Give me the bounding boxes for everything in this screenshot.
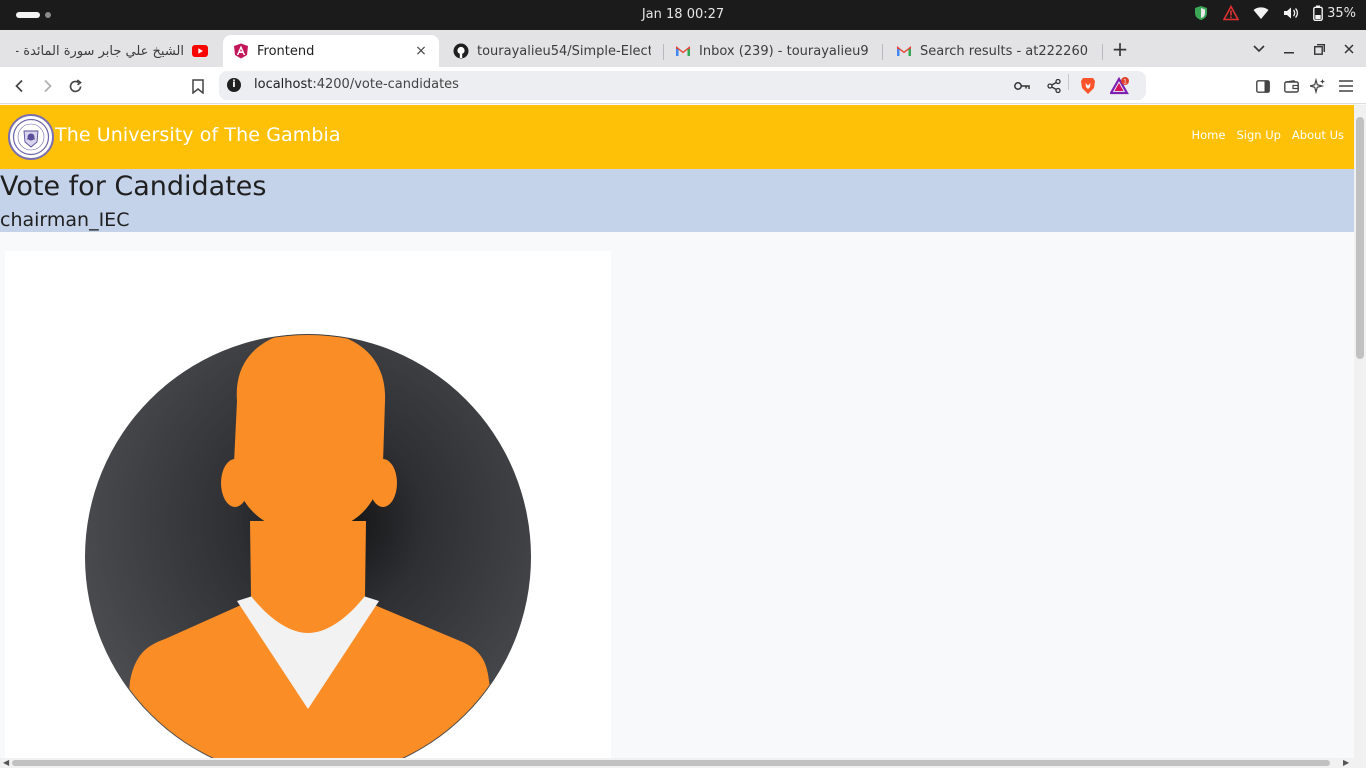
tab-label: Search results - at22226063 (920, 43, 1088, 59)
gmail-icon (896, 43, 912, 59)
brave-shields-icon[interactable] (1078, 76, 1098, 96)
bookmark-icon[interactable] (186, 74, 210, 98)
close-tab-icon[interactable]: × (413, 43, 429, 59)
battery-indicator[interactable]: 35% (1313, 5, 1356, 21)
tab-separator (882, 44, 883, 60)
avatar-head (234, 335, 386, 533)
reload-icon[interactable] (63, 74, 87, 98)
youtube-icon (192, 43, 208, 59)
tab-label: Frontend (257, 43, 315, 59)
nav-link-about[interactable]: About Us (1292, 128, 1344, 142)
wallet-icon[interactable] (1280, 75, 1302, 97)
browser-tab-strip: الشيخ علي جابر سورة المائدة - e Frontend… (0, 30, 1366, 67)
tab-frontend[interactable]: Frontend × (223, 35, 439, 67)
battery-icon (1313, 5, 1323, 21)
clock[interactable]: Jan 18 00:27 (0, 7, 1366, 22)
url-text[interactable]: localhost:4200/vote-candidates (254, 77, 459, 92)
forward-arrow-icon[interactable] (35, 74, 59, 98)
tab-gmail-inbox[interactable]: Inbox (239) - tourayalieu939 (665, 35, 879, 67)
warning-icon[interactable] (1223, 5, 1240, 21)
tab-separator (663, 44, 664, 60)
position-title: chairman_IEC (0, 209, 130, 231)
address-bar[interactable]: i localhost:4200/vote-candidates (219, 71, 1146, 100)
site-navbar: The University of The Gambia Home Sign U… (0, 105, 1354, 169)
nav-link-signup[interactable]: Sign Up (1236, 128, 1280, 142)
share-icon[interactable] (1044, 76, 1064, 96)
restore-icon[interactable] (1308, 38, 1330, 60)
vertical-scrollbar[interactable] (1354, 105, 1366, 758)
wifi-icon[interactable] (1253, 6, 1269, 20)
angular-icon (233, 43, 249, 59)
tab-search-chevron-icon[interactable] (1248, 38, 1270, 60)
os-top-bar: Jan 18 00:27 35% (0, 0, 1366, 30)
tab-label: Inbox (239) - tourayalieu939 (699, 43, 869, 59)
avatar-ear-left (221, 459, 249, 507)
minimize-icon[interactable] (1278, 38, 1300, 60)
brand-title[interactable]: The University of The Gambia (55, 124, 341, 146)
site-info-icon[interactable]: i (227, 78, 241, 92)
workspace-active-pill (16, 12, 40, 18)
gmail-icon (675, 43, 691, 59)
vertical-scroll-thumb[interactable] (1356, 117, 1364, 359)
menu-hamburger-icon[interactable] (1335, 75, 1357, 97)
battery-percent: 35% (1327, 5, 1356, 21)
scroll-right-arrow-icon[interactable]: ▶ (1343, 758, 1349, 768)
new-tab-button[interactable]: + (1109, 37, 1131, 61)
leo-ai-icon[interactable] (1307, 75, 1329, 97)
horizontal-scrollbar[interactable]: ◀ ▶ (0, 758, 1366, 768)
horizontal-scroll-thumb[interactable] (12, 760, 1330, 766)
page-viewport: The University of The Gambia Home Sign U… (0, 105, 1354, 758)
github-icon (453, 43, 469, 59)
shield-icon[interactable] (1193, 5, 1209, 21)
university-logo[interactable] (8, 114, 54, 160)
workspace-dot (45, 12, 51, 18)
tab-youtube[interactable]: الشيخ علي جابر سورة المائدة - e (6, 35, 218, 67)
candidate-avatar-image (85, 334, 531, 758)
nav-link-home[interactable]: Home (1191, 128, 1225, 142)
toolbar-divider (1068, 74, 1069, 90)
activities-indicator[interactable] (16, 12, 51, 18)
tab-label: tourayalieu54/Simple-Electio (477, 43, 651, 59)
page-title: Vote for Candidates (0, 171, 267, 202)
tab-gmail-search[interactable]: Search results - at22226063 (886, 35, 1098, 67)
key-icon[interactable] (1012, 76, 1032, 96)
close-window-icon[interactable] (1338, 38, 1360, 60)
tab-separator (1102, 44, 1103, 60)
candidate-card (5, 251, 611, 758)
avatar-ear-right (369, 459, 397, 507)
nav-links: Home Sign Up About Us (1191, 128, 1344, 142)
scroll-left-arrow-icon[interactable]: ◀ (3, 758, 9, 768)
sidebar-toggle-icon[interactable] (1252, 75, 1274, 97)
browser-toolbar: i localhost:4200/vote-candidates 1 (0, 67, 1366, 104)
system-tray[interactable]: 35% (1193, 5, 1356, 21)
tab-label: الشيخ علي جابر سورة المائدة - e (16, 43, 184, 59)
back-arrow-icon[interactable] (8, 74, 32, 98)
rewards-badge-count: 1 (1123, 78, 1127, 85)
brave-rewards-icon[interactable]: 1 (1110, 76, 1130, 96)
volume-icon[interactable] (1283, 6, 1299, 20)
tab-github[interactable]: tourayalieu54/Simple-Electio (443, 35, 661, 67)
heading-band: Vote for Candidates chairman_IEC (0, 169, 1354, 232)
